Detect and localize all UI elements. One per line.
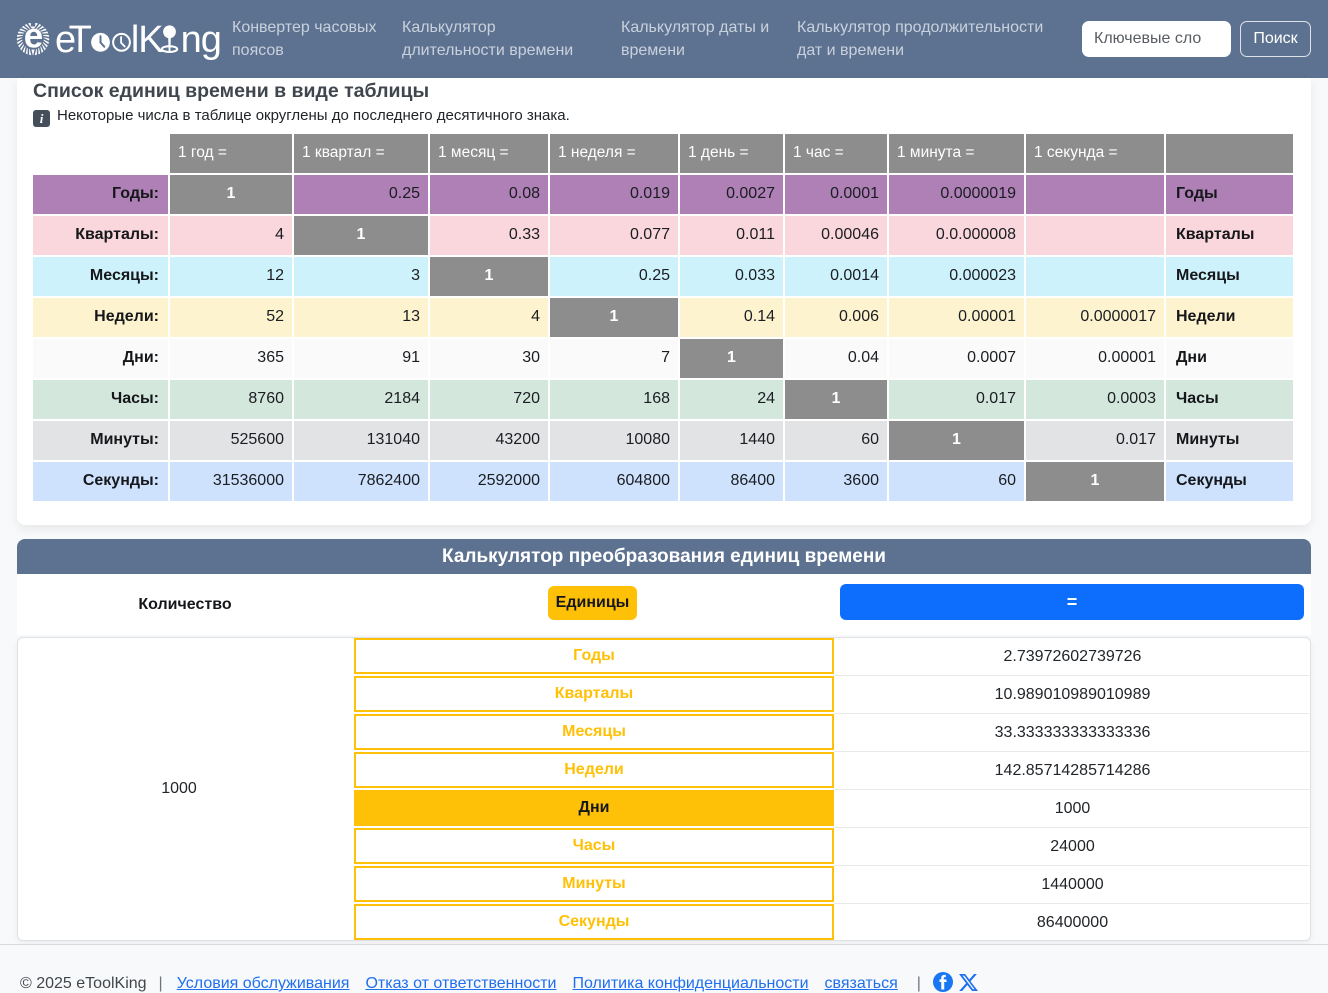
svg-text:e: e	[24, 22, 43, 56]
